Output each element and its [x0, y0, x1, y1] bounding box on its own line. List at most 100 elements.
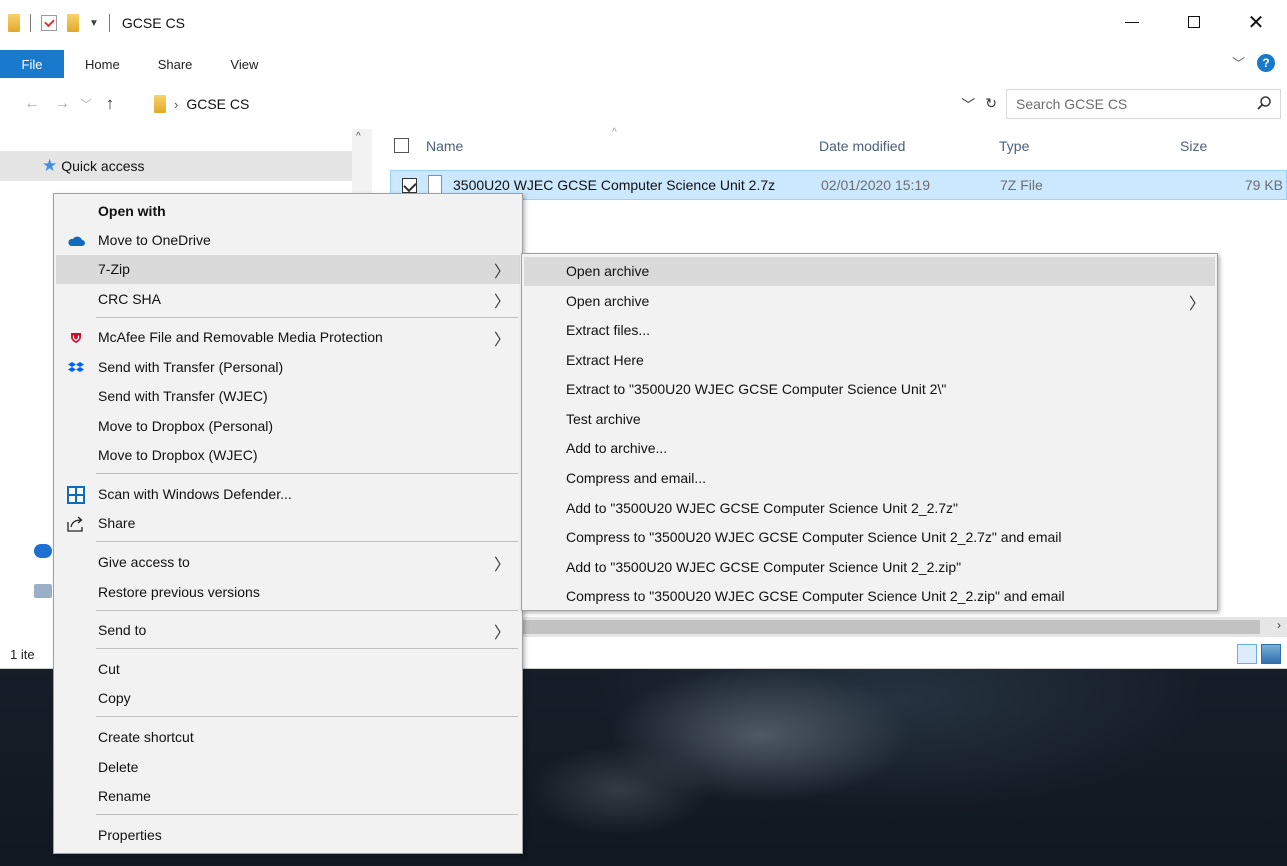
submenu-item-extract-to[interactable]: Extract to "3500U20 WJEC GCSE Computer S…: [524, 375, 1215, 404]
menu-item-move-dropbox-wjec[interactable]: Move to Dropbox (WJEC): [56, 441, 520, 470]
menu-item-label: CRC SHA: [98, 291, 162, 307]
path-separator-chevron-icon[interactable]: ›: [174, 97, 178, 112]
refresh-icon[interactable]: ↻: [985, 95, 997, 115]
address-tools: ﹀ ↻: [961, 95, 997, 115]
submenu-item-compress-7z-email[interactable]: Compress to "3500U20 WJEC GCSE Computer …: [524, 523, 1215, 552]
large-icons-view-icon[interactable]: [1261, 644, 1281, 664]
column-header-date[interactable]: Date modified: [819, 138, 905, 154]
new-folder-icon[interactable]: [67, 14, 79, 32]
breadcrumb-current-folder[interactable]: GCSE CS: [186, 96, 249, 112]
submenu-item-test-archive[interactable]: Test archive: [524, 405, 1215, 434]
menu-item-copy[interactable]: Copy: [56, 684, 520, 713]
menu-item-label: Move to Dropbox (WJEC): [98, 447, 258, 463]
menu-item-rename[interactable]: Rename: [56, 782, 520, 811]
menu-item-scan-defender[interactable]: Scan with Windows Defender...: [56, 480, 520, 509]
close-button[interactable]: ✕: [1225, 0, 1287, 44]
menu-item-send-transfer-personal[interactable]: Send with Transfer (Personal): [56, 353, 520, 382]
submenu-item-extract-here[interactable]: Extract Here: [524, 346, 1215, 375]
search-placeholder: Search GCSE CS: [1016, 96, 1128, 112]
menu-item-label: Compress to "3500U20 WJEC GCSE Computer …: [566, 529, 1062, 545]
back-arrow-icon[interactable]: ←: [20, 95, 44, 113]
minimize-button[interactable]: [1101, 0, 1163, 44]
details-view-icon[interactable]: [1237, 644, 1257, 664]
menu-separator: [96, 541, 518, 542]
file-name: 3500U20 WJEC GCSE Computer Science Unit …: [453, 177, 776, 193]
submenu-chevron-icon: 〉: [493, 557, 510, 574]
maximize-button[interactable]: [1163, 0, 1225, 44]
expand-ribbon-chevron-icon[interactable]: ﹀: [1232, 53, 1245, 72]
menu-item-open-with[interactable]: Open with: [56, 197, 520, 226]
address-history-chevron-icon[interactable]: ﹀: [961, 95, 975, 115]
table-row[interactable]: 3500U20 WJEC GCSE Computer Science Unit …: [390, 170, 1287, 200]
menu-item-send-to[interactable]: Send to 〉: [56, 616, 520, 645]
nav-item-label: Quick access: [61, 158, 145, 174]
menu-item-label: Give access to: [98, 554, 190, 570]
maximize-icon: [1188, 16, 1200, 28]
share-icon: [66, 514, 86, 534]
search-input[interactable]: Search GCSE CS: [1006, 89, 1281, 119]
menu-item-label: Open archive: [566, 263, 650, 279]
menu-item-label: Extract Here: [566, 352, 644, 368]
submenu-item-open-archive-as[interactable]: Open archive 〉: [524, 287, 1215, 316]
address-bar[interactable]: › GCSE CS ﹀ ↻: [148, 89, 1001, 119]
menu-item-delete[interactable]: Delete: [56, 753, 520, 782]
recent-locations-chevron-icon[interactable]: ﹀: [74, 96, 98, 112]
scroll-right-chevron-icon[interactable]: ›: [1277, 618, 1281, 632]
column-header-size[interactable]: Size: [1180, 138, 1207, 154]
submenu-item-add-to-archive[interactable]: Add to archive...: [524, 434, 1215, 463]
submenu-item-add-to-zip[interactable]: Add to "3500U20 WJEC GCSE Computer Scien…: [524, 553, 1215, 582]
tab-file[interactable]: File: [0, 50, 64, 78]
onedrive-icon: [34, 544, 52, 558]
submenu-chevron-icon: 〉: [493, 625, 510, 642]
row-checkbox[interactable]: [402, 178, 417, 193]
tab-view[interactable]: View: [211, 50, 277, 78]
menu-item-cut[interactable]: Cut: [56, 655, 520, 684]
select-all-checkbox[interactable]: [394, 138, 409, 153]
scrollbar-thumb[interactable]: [520, 620, 1260, 634]
menu-item-send-transfer-wjec[interactable]: Send with Transfer (WJEC): [56, 382, 520, 411]
menu-item-mcafee[interactable]: McAfee File and Removable Media Protecti…: [56, 323, 520, 352]
submenu-item-add-to-7z[interactable]: Add to "3500U20 WJEC GCSE Computer Scien…: [524, 494, 1215, 523]
submenu-item-compress-email[interactable]: Compress and email...: [524, 464, 1215, 493]
submenu-item-extract-files[interactable]: Extract files...: [524, 316, 1215, 345]
menu-item-label: Delete: [98, 759, 139, 775]
item-count: 1 ite: [10, 647, 35, 662]
menu-item-7zip[interactable]: 7-Zip 〉: [56, 255, 520, 284]
menu-item-label: Scan with Windows Defender...: [98, 486, 292, 502]
scroll-up-chevron-icon[interactable]: ^: [356, 131, 361, 142]
menu-item-give-access[interactable]: Give access to 〉: [56, 548, 520, 577]
tab-share[interactable]: Share: [139, 50, 212, 78]
toolbar-divider: [30, 14, 31, 32]
menu-item-create-shortcut[interactable]: Create shortcut: [56, 723, 520, 752]
customize-toolbar-chevron-icon[interactable]: ▼: [89, 18, 99, 29]
submenu-item-compress-zip-email[interactable]: Compress to "3500U20 WJEC GCSE Computer …: [524, 582, 1215, 611]
column-header-name[interactable]: Name: [426, 138, 463, 154]
file-date-modified: 02/01/2020 15:19: [821, 177, 930, 193]
menu-item-share[interactable]: Share: [56, 509, 520, 538]
menu-separator: [96, 317, 518, 318]
menu-item-move-to-onedrive[interactable]: Move to OneDrive: [56, 226, 520, 255]
view-toggle: [1237, 644, 1281, 664]
menu-item-label: Restore previous versions: [98, 584, 260, 600]
submenu-item-open-archive[interactable]: Open archive: [524, 257, 1215, 286]
menu-item-restore-versions[interactable]: Restore previous versions: [56, 578, 520, 607]
file-size: 79 KB: [1244, 177, 1283, 193]
up-arrow-icon[interactable]: ↑: [98, 94, 122, 114]
tab-home[interactable]: Home: [64, 50, 139, 78]
submenu-chevron-icon: 〉: [1188, 296, 1205, 313]
close-icon: ✕: [1247, 10, 1265, 34]
menu-item-properties[interactable]: Properties: [56, 821, 520, 850]
nav-item-quick-access[interactable]: ★ Quick access: [0, 151, 352, 181]
horizontal-scrollbar[interactable]: ›: [520, 617, 1287, 637]
help-icon[interactable]: ?: [1257, 53, 1275, 72]
properties-icon[interactable]: [41, 15, 57, 31]
menu-item-crc-sha[interactable]: CRC SHA 〉: [56, 285, 520, 314]
menu-separator: [96, 814, 518, 815]
column-header-type[interactable]: Type: [999, 138, 1029, 154]
search-icon[interactable]: [1256, 95, 1272, 114]
menu-item-move-dropbox-personal[interactable]: Move to Dropbox (Personal): [56, 412, 520, 441]
menu-item-label: 7-Zip: [98, 261, 130, 277]
forward-arrow-icon[interactable]: →: [50, 95, 74, 113]
submenu-chevron-icon: 〉: [493, 294, 510, 311]
menu-item-label: Compress and email...: [566, 470, 707, 486]
